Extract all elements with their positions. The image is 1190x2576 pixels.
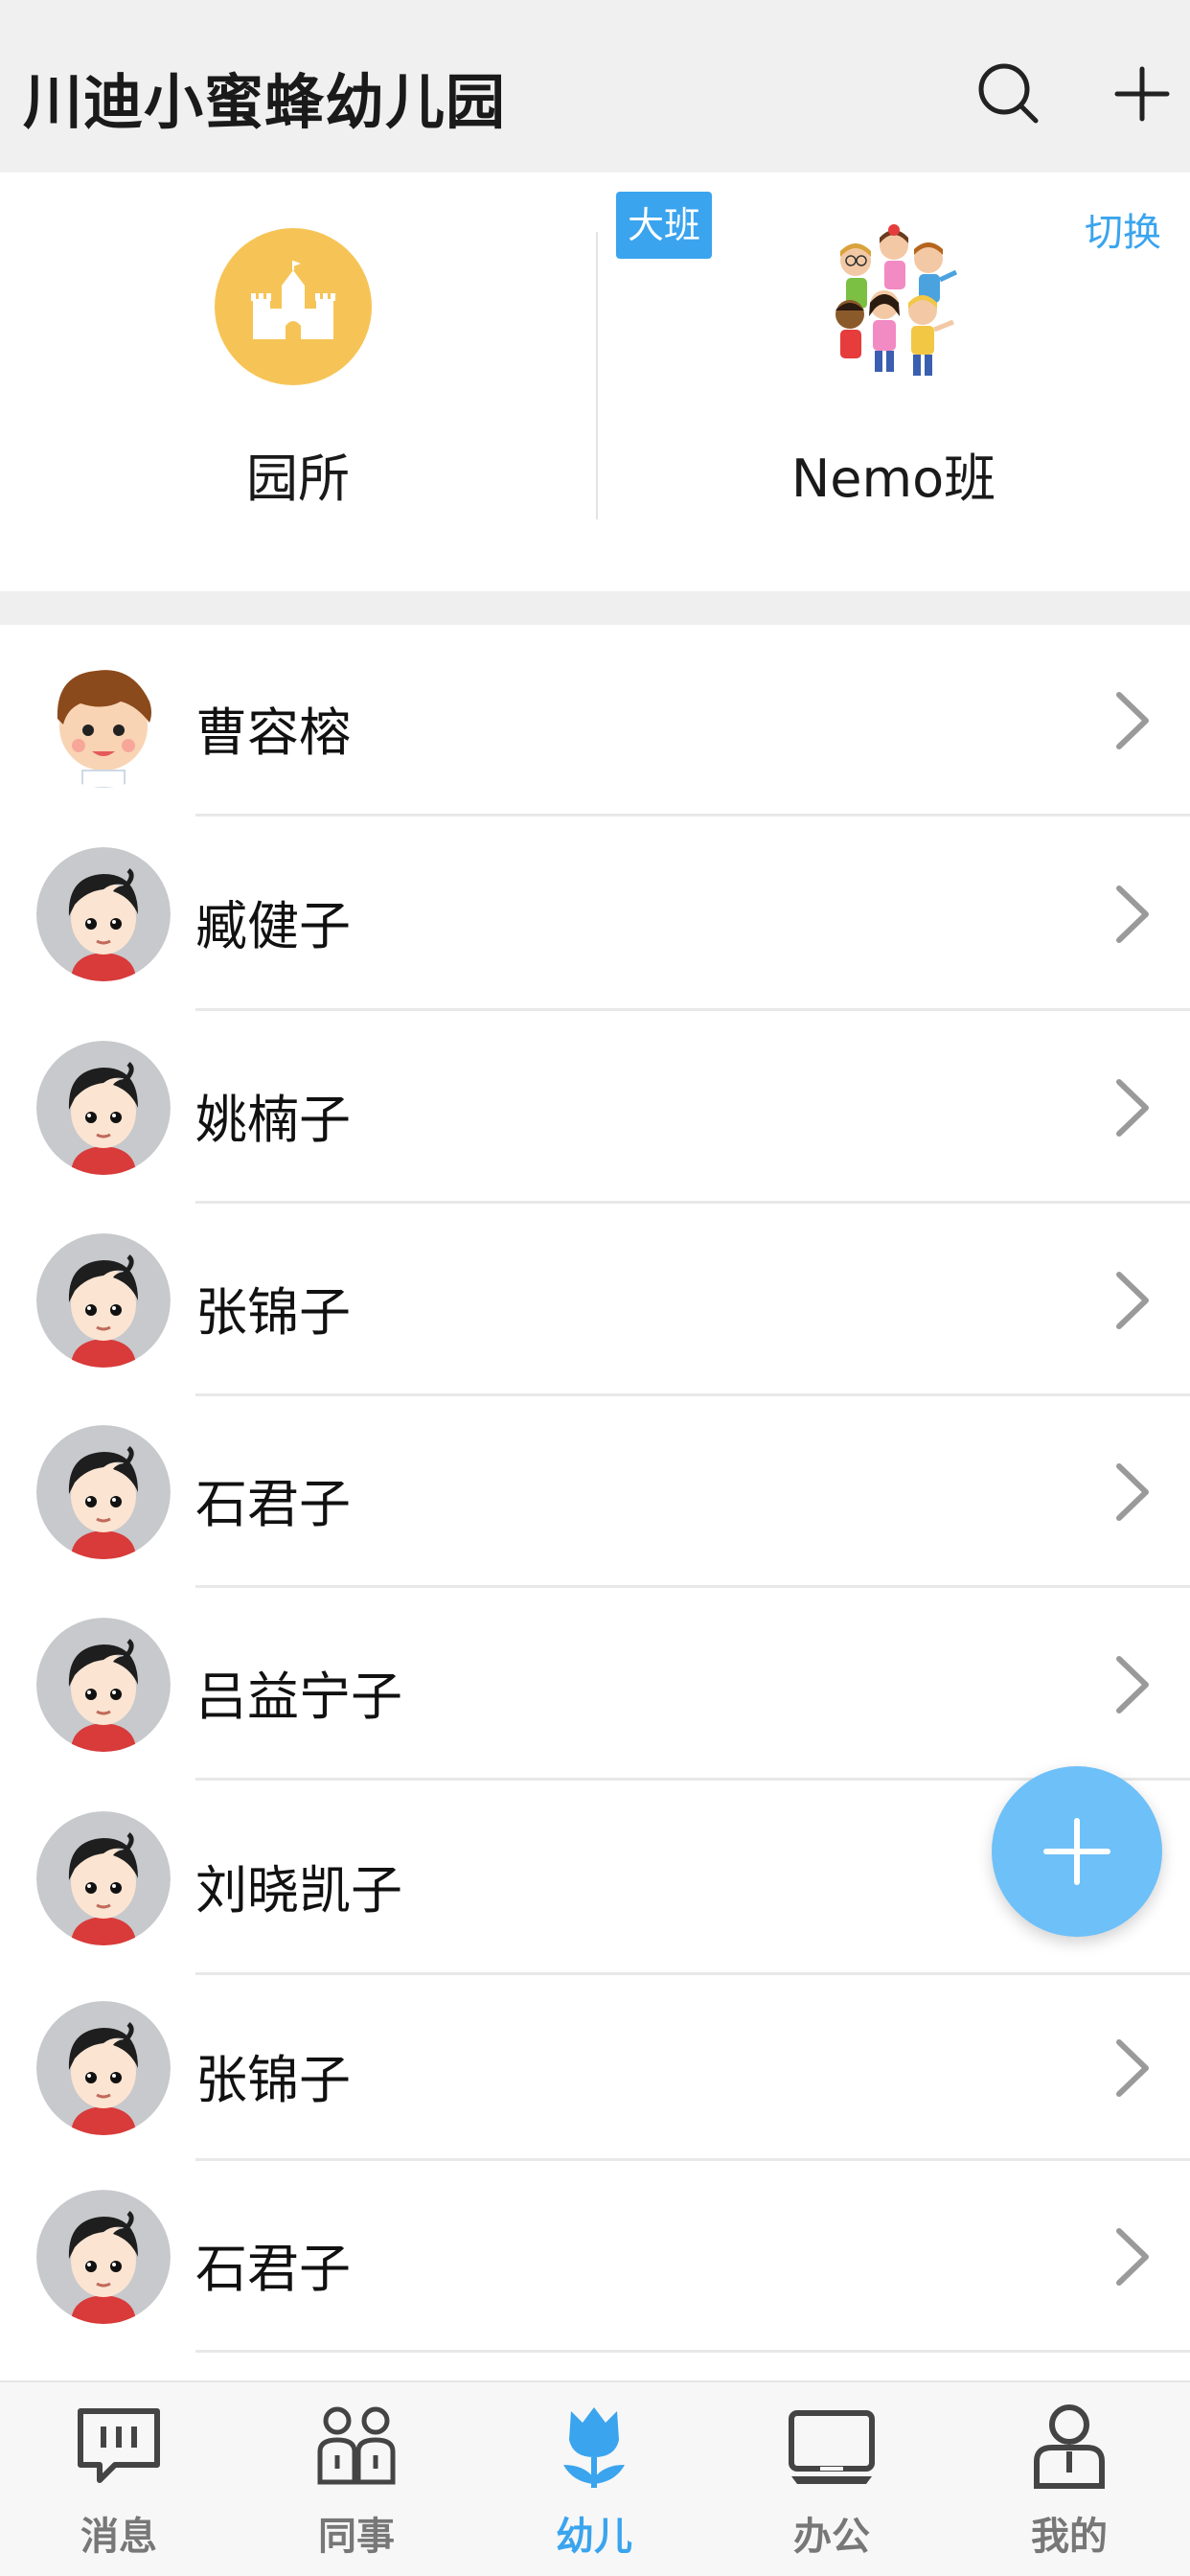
plus-icon [1114,66,1170,122]
student-avatar [36,1425,171,1559]
section-gap [0,591,1190,625]
add-student-fab[interactable] [992,1766,1162,1937]
student-avatar [36,1811,171,1945]
castle-icon [251,261,335,339]
top-header: 川迪小蜜蜂幼儿园 [0,0,1190,172]
tab-profile-label: 我的 [1031,2515,1108,2559]
student-avatar [36,654,171,788]
student-avatar [36,847,171,981]
default-child-avatar [36,1618,171,1752]
app-root: 川迪小蜜蜂幼儿园 园所 大班 切换 Nemo班 曹容榕 臧健子 姚楠子 张锦子 … [0,0,1190,2576]
chevron-right-icon [1111,687,1154,754]
office-icon [789,2410,875,2484]
student-avatar [36,1233,171,1368]
student-row[interactable]: 姚楠子 [0,1011,1190,1204]
student-name: 刘晓凯子 [195,1860,402,1920]
tab-colleagues-label: 同事 [318,2515,395,2559]
student-row[interactable]: 石君子 [0,2161,1190,2353]
profile-icon [1034,2404,1105,2489]
student-row[interactable]: 臧健子 [0,816,1190,1011]
student-name: 石君子 [195,1474,351,1534]
tab-messages[interactable]: 消息 [0,2382,238,2576]
chevron-right-icon [1111,1459,1154,1526]
student-avatar [36,1041,171,1175]
tab-children-label: 幼儿 [556,2515,632,2559]
student-avatar [36,2190,171,2324]
page-title: 川迪小蜜蜂幼儿园 [23,67,507,137]
chevron-right-icon [1111,1267,1154,1334]
student-row[interactable]: 张锦子 [0,1975,1190,2161]
castle-icon-circle [215,228,372,385]
student-name: 曹容榕 [195,702,351,763]
boy-avatar [36,654,171,788]
student-name: 张锦子 [195,1282,351,1343]
student-name: 臧健子 [195,896,351,956]
switch-class-link[interactable]: 切换 [1085,201,1161,257]
yuansuo-label: 园所 [246,448,350,509]
student-list: 曹容榕 臧健子 姚楠子 张锦子 石君子 吕益宁子 刘晓凯子 张锦子 石君子 [0,625,1190,2353]
chevron-right-icon [1111,2223,1154,2290]
student-row[interactable]: 张锦子 [0,1204,1190,1396]
default-child-avatar [36,1811,171,1945]
tulip-icon [563,2407,625,2488]
entry-cards: 园所 大班 切换 Nemo班 [0,172,1190,591]
tab-messages-label: 消息 [80,2515,157,2559]
tab-office-label: 办公 [793,2515,870,2559]
default-child-avatar [36,847,171,981]
row-divider [195,2350,1190,2353]
chevron-right-icon [1111,881,1154,948]
student-avatar [36,2001,171,2135]
class-card[interactable]: 大班 切换 Nemo班 [597,172,1190,591]
student-row[interactable]: 吕益宁子 [0,1588,1190,1781]
default-child-avatar [36,1425,171,1559]
class-level-badge: 大班 [616,192,712,259]
message-icon [78,2408,160,2483]
student-row[interactable]: 石君子 [0,1396,1190,1588]
search-button[interactable] [971,56,1047,132]
student-name: 石君子 [195,2239,351,2299]
tab-children[interactable]: 幼儿 [475,2382,713,2576]
tab-colleagues[interactable]: 同事 [238,2382,475,2576]
yuansuo-card[interactable]: 园所 [0,172,596,591]
default-child-avatar [36,1233,171,1368]
add-button[interactable] [1104,56,1180,132]
class-name-label: Nemo班 [790,448,996,509]
student-avatar [36,1618,171,1752]
default-child-avatar [36,2190,171,2324]
search-icon [978,63,1039,124]
tab-profile[interactable]: 我的 [950,2382,1188,2576]
chevron-right-icon [1111,1651,1154,1718]
chevron-right-icon [1111,2035,1154,2102]
student-name: 张锦子 [195,2050,351,2110]
student-row[interactable]: 曹容榕 [0,625,1190,816]
bottom-tab-bar: 消息 同事 幼儿 办公 我的 [0,2380,1190,2576]
student-name: 姚楠子 [195,1090,351,1150]
chevron-right-icon [1111,1074,1154,1141]
kids-group-icon [835,224,958,376]
plus-icon [1043,1818,1110,1885]
default-child-avatar [36,1041,171,1175]
default-child-avatar [36,2001,171,2135]
tab-office[interactable]: 办公 [713,2382,950,2576]
student-name: 吕益宁子 [195,1667,402,1727]
colleagues-icon [317,2406,396,2485]
